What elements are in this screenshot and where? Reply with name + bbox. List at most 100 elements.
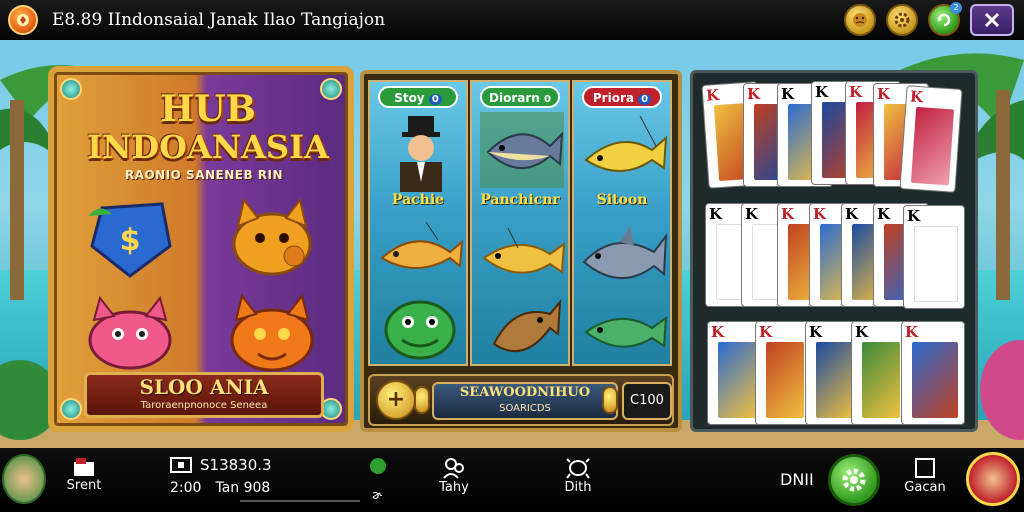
refresh-icon	[937, 13, 951, 27]
link-icon: ɚ	[372, 488, 382, 502]
column-header-1[interactable]: Stoy 0	[378, 86, 458, 108]
column-header-3[interactable]: Priora 0	[582, 86, 662, 108]
top-bar-text: E8.89 IIndonsaial Janak Ilao Tangiajon	[52, 10, 386, 30]
card-rank: K	[815, 83, 829, 101]
playing-card[interactable]: K	[851, 321, 907, 425]
fishing-game-panel[interactable]: Stoy 0 Pachie Diorarn 0 Panchicnr Priora…	[360, 70, 682, 432]
nav-gacan[interactable]: Gacan	[900, 456, 950, 495]
card-rank: K	[849, 83, 863, 101]
column-header-2-label: Diorarn	[489, 91, 540, 105]
card-rank: K	[907, 207, 921, 225]
svg-text:$: $	[120, 223, 141, 258]
column-header-3-badge: 0	[638, 94, 652, 105]
footer-title: SEAWOODNIHUO	[459, 385, 591, 400]
card-rank: K	[747, 85, 761, 103]
profile-avatar[interactable]	[966, 452, 1020, 506]
playing-card[interactable]: K	[901, 321, 965, 425]
playing-card[interactable]: K	[899, 85, 963, 193]
card-game-panel[interactable]: K K K K K K K K K K K K K K K K K K K	[690, 70, 978, 432]
gear-icon	[894, 12, 910, 28]
status-dot-icon	[370, 458, 386, 474]
nav-gacan-label: Gacan	[904, 480, 946, 495]
window-icon	[915, 458, 935, 478]
title-line-2: INDOANASIA	[87, 128, 329, 166]
small-coin-icon	[414, 386, 430, 414]
emoji-button[interactable]	[844, 4, 876, 36]
card-rank: K	[781, 205, 795, 223]
column-header-1-label: Stoy	[394, 91, 425, 105]
player-avatar[interactable]	[2, 454, 46, 504]
nav-dith[interactable]: Dith	[556, 456, 600, 495]
face-icon	[853, 13, 867, 27]
card-rank: K	[759, 323, 773, 341]
notification-dot: 2	[950, 2, 962, 14]
card-rank: K	[711, 323, 725, 341]
reel-column-2: Diorarn 0 Panchicnr	[470, 80, 570, 366]
banner-subtitle: Taroraenpnonoce Seneea	[140, 400, 268, 411]
card-rank: K	[705, 85, 720, 105]
balance-sub: Tan 908	[215, 480, 271, 496]
balance-display: S13830.3 2:00 Tan 908	[170, 456, 370, 502]
close-button[interactable]	[970, 4, 1014, 36]
shark-icon	[582, 226, 668, 279]
top-bar: E8.89 IIndonsaial Janak Ilao Tangiajon 2	[0, 0, 1024, 40]
card-rank: K	[813, 205, 827, 223]
card-rank: K	[809, 323, 823, 341]
footer-subtitle: SOARICDS	[499, 403, 551, 414]
yellow-fish-icon	[380, 222, 464, 269]
column-header-1-badge: 0	[428, 94, 442, 105]
brown-fish-icon	[492, 299, 562, 353]
yellowfin-fish-icon	[584, 116, 668, 172]
corner-gem-icon	[60, 398, 82, 420]
time-value: 2:00	[170, 480, 202, 496]
add-coin-button[interactable]: +	[376, 380, 416, 420]
orange-dragon-icon	[230, 293, 314, 372]
card-rank: K	[855, 323, 869, 341]
game-title: HUB INDOANASIA	[78, 90, 338, 166]
logo-icon[interactable]	[8, 5, 38, 35]
people-icon	[443, 458, 464, 479]
play-button[interactable]	[828, 454, 880, 506]
wallet-icon	[170, 457, 192, 473]
green-frog-fish-icon	[384, 300, 456, 360]
blue-gem-dollar-icon: $	[88, 202, 172, 278]
card-rank: K	[877, 205, 891, 223]
tuna-fish-icon	[480, 112, 564, 188]
pink-creature-icon	[88, 295, 172, 370]
slot-banner: SLOO ANIA Taroraenpnonoce Seneea	[84, 372, 324, 418]
playing-card[interactable]: K	[755, 321, 811, 425]
nav-srent[interactable]: Srent	[62, 456, 106, 493]
nav-srent-label: Srent	[66, 478, 102, 493]
card-rank: K	[905, 323, 919, 341]
nav-tahy-label: Tahy	[439, 480, 469, 495]
reel-column-1: Stoy 0 Pachie	[368, 80, 468, 366]
gear-icon	[842, 468, 866, 492]
card-rank: K	[745, 205, 759, 223]
green-fish-icon	[584, 315, 668, 348]
card-rank: K	[709, 205, 723, 223]
reel-column-3: Priora 0 Sitoon	[572, 80, 672, 366]
banner-title: SLOO ANIA	[139, 375, 269, 399]
column-header-3-label: Priora	[592, 91, 634, 105]
column-label-2: Panchicnr	[480, 192, 560, 208]
column-header-2-badge: 0	[544, 94, 551, 105]
small-coin-icon	[602, 386, 618, 414]
playing-card[interactable]: K	[903, 205, 965, 309]
close-icon	[984, 12, 1000, 28]
card-rank: K	[845, 205, 859, 223]
score-display: C100	[622, 382, 672, 420]
ticket-icon	[74, 458, 94, 476]
title-line-1: HUB	[160, 88, 256, 130]
nav-dith-label: Dith	[564, 480, 592, 495]
refresh-button[interactable]: 2	[928, 2, 962, 36]
column-header-2[interactable]: Diorarn 0	[480, 86, 560, 108]
bottom-bar: Srent S13830.3 2:00 Tan 908 ɚ Tahy Dith …	[0, 448, 1024, 512]
bug-icon	[566, 458, 590, 479]
sea-title-box: SEAWOODNIHUO SOARICDS	[432, 382, 618, 420]
golden-fish-icon	[482, 228, 566, 274]
column-label-3: Sitoon	[596, 192, 648, 208]
slot-game-panel[interactable]: HUB INDOANASIA RAONIO SANENEB RIN $ SLOO…	[48, 66, 354, 432]
settings-button[interactable]	[886, 4, 918, 36]
nav-tahy[interactable]: Tahy	[432, 456, 476, 495]
balance-value: S13830.3	[200, 456, 272, 474]
